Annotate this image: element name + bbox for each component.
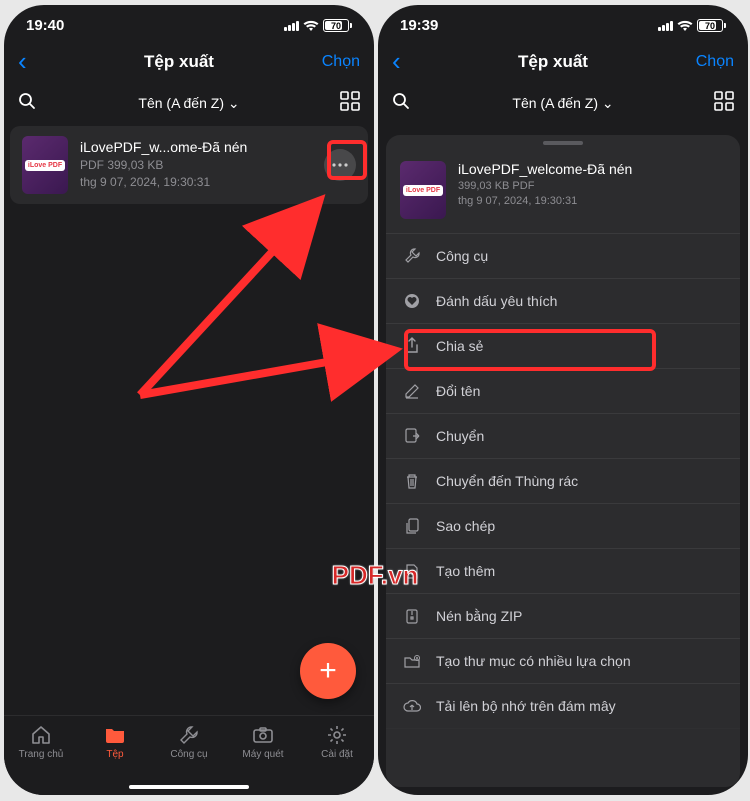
menu-label: Chuyển bbox=[436, 428, 484, 444]
wrench-icon bbox=[402, 246, 422, 266]
menu-trash[interactable]: Chuyển đến Thùng rác bbox=[386, 459, 740, 504]
gear-icon bbox=[327, 724, 347, 746]
battery-icon: 70 bbox=[323, 19, 352, 32]
menu-label: Đánh dấu yêu thích bbox=[436, 293, 557, 309]
battery-icon: 70 bbox=[697, 19, 726, 32]
tab-bar: Trang chủ Tệp Công cụ Máy quét Cài đặt bbox=[4, 715, 374, 795]
search-icon[interactable] bbox=[392, 92, 422, 115]
back-button[interactable]: ‹ bbox=[18, 46, 48, 77]
thumb-badge: iLove PDF bbox=[25, 160, 65, 171]
menu-label: Tạo thêm bbox=[436, 563, 495, 579]
menu-label: Chuyển đến Thùng rác bbox=[436, 473, 578, 489]
menu-label: Đổi tên bbox=[436, 383, 480, 399]
action-sheet: iLove PDF iLovePDF_welcome-Đã nén 399,03… bbox=[386, 135, 740, 787]
sheet-file-date: thg 9 07, 2024, 19:30:31 bbox=[458, 194, 632, 209]
search-icon[interactable] bbox=[18, 92, 48, 115]
view-toggle-icon[interactable] bbox=[330, 91, 360, 116]
trash-icon bbox=[402, 471, 422, 491]
page-title: Tệp xuất bbox=[422, 52, 684, 72]
menu-tools[interactable]: Công cụ bbox=[386, 234, 740, 279]
menu-create-more[interactable]: Tạo thêm bbox=[386, 549, 740, 594]
wifi-icon bbox=[303, 20, 319, 32]
pencil-icon bbox=[402, 381, 422, 401]
menu-zip[interactable]: Nén bằng ZIP bbox=[386, 594, 740, 639]
menu-label: Tạo thư mục có nhiều lựa chọn bbox=[436, 653, 631, 669]
file-date: thg 9 07, 2024, 19:30:31 bbox=[80, 174, 312, 191]
status-time: 19:39 bbox=[400, 17, 438, 34]
sheet-grabber[interactable] bbox=[386, 135, 740, 151]
phone-left: 19:40 70 ‹ Tệp xuất Chọn Tên (A đến Z) ⌄… bbox=[4, 5, 374, 795]
folder-plus-icon bbox=[402, 651, 422, 671]
menu-label: Nén bằng ZIP bbox=[436, 608, 522, 624]
toolbar: Tên (A đến Z) ⌄ bbox=[378, 85, 748, 126]
tab-label: Máy quét bbox=[242, 749, 283, 760]
sort-dropdown[interactable]: Tên (A đến Z) ⌄ bbox=[422, 95, 704, 112]
more-button[interactable] bbox=[324, 149, 356, 181]
phone-right: 19:39 70 ‹ Tệp xuất Chọn Tên (A đến Z) ⌄… bbox=[378, 5, 748, 795]
tab-settings[interactable]: Cài đặt bbox=[307, 724, 367, 760]
page-title: Tệp xuất bbox=[48, 52, 310, 72]
tab-label: Cài đặt bbox=[321, 749, 353, 760]
folder-icon bbox=[104, 724, 126, 746]
zip-icon bbox=[402, 606, 422, 626]
back-button[interactable]: ‹ bbox=[392, 46, 422, 77]
tab-label: Công cụ bbox=[170, 749, 207, 760]
wrench-icon bbox=[179, 724, 199, 746]
menu-share[interactable]: Chia sẻ bbox=[386, 324, 740, 369]
signal-icon bbox=[284, 21, 299, 31]
menu-label: Tải lên bộ nhớ trên đám mây bbox=[436, 698, 616, 714]
tab-label: Tệp bbox=[106, 749, 123, 760]
menu-label: Sao chép bbox=[436, 518, 495, 534]
heart-icon bbox=[402, 291, 422, 311]
menu-favorite[interactable]: Đánh dấu yêu thích bbox=[386, 279, 740, 324]
file-size: PDF 399,03 KB bbox=[80, 157, 312, 174]
status-bar: 19:40 70 bbox=[4, 5, 374, 38]
sheet-file-size: 399,03 KB PDF bbox=[458, 179, 632, 194]
tab-tools[interactable]: Công cụ bbox=[159, 724, 219, 760]
home-indicator[interactable] bbox=[129, 785, 249, 789]
status-icons: 70 bbox=[658, 19, 726, 32]
file-info: iLovePDF_w...ome-Đã nén PDF 399,03 KB th… bbox=[80, 139, 312, 191]
action-menu: Công cụ Đánh dấu yêu thích Chia sẻ Đổi t… bbox=[386, 234, 740, 787]
menu-new-folder[interactable]: Tạo thư mục có nhiều lựa chọn bbox=[386, 639, 740, 684]
tab-scanner[interactable]: Máy quét bbox=[233, 724, 293, 760]
sheet-file-header: iLove PDF iLovePDF_welcome-Đã nén 399,03… bbox=[386, 151, 740, 234]
file-row[interactable]: iLove PDF iLovePDF_w...ome-Đã nén PDF 39… bbox=[10, 126, 368, 204]
status-bar: 19:39 70 bbox=[378, 5, 748, 38]
nav-bar: ‹ Tệp xuất Chọn bbox=[378, 38, 748, 85]
sheet-file-name: iLovePDF_welcome-Đã nén bbox=[458, 161, 632, 177]
file-thumbnail: iLove PDF bbox=[400, 161, 446, 219]
select-button[interactable]: Chọn bbox=[684, 53, 734, 71]
copy-icon bbox=[402, 516, 422, 536]
status-icons: 70 bbox=[284, 19, 352, 32]
status-time: 19:40 bbox=[26, 17, 64, 34]
nav-bar: ‹ Tệp xuất Chọn bbox=[4, 38, 374, 85]
cloud-upload-icon bbox=[402, 696, 422, 716]
wifi-icon bbox=[677, 20, 693, 32]
watermark: PDF.vn bbox=[332, 560, 419, 591]
move-icon bbox=[402, 426, 422, 446]
tab-label: Trang chủ bbox=[19, 749, 64, 760]
file-name: iLovePDF_w...ome-Đã nén bbox=[80, 139, 312, 155]
tab-home[interactable]: Trang chủ bbox=[11, 724, 71, 760]
view-toggle-icon[interactable] bbox=[704, 91, 734, 116]
camera-icon bbox=[252, 724, 274, 746]
menu-label: Công cụ bbox=[436, 248, 488, 264]
add-fab[interactable]: + bbox=[300, 643, 356, 699]
share-icon bbox=[402, 336, 422, 356]
file-thumbnail: iLove PDF bbox=[22, 136, 68, 194]
tab-files[interactable]: Tệp bbox=[85, 724, 145, 760]
menu-rename[interactable]: Đổi tên bbox=[386, 369, 740, 414]
toolbar: Tên (A đến Z) ⌄ bbox=[4, 85, 374, 126]
select-button[interactable]: Chọn bbox=[310, 53, 360, 71]
menu-move[interactable]: Chuyển bbox=[386, 414, 740, 459]
home-icon bbox=[30, 724, 52, 746]
menu-upload-cloud[interactable]: Tải lên bộ nhớ trên đám mây bbox=[386, 684, 740, 729]
sort-dropdown[interactable]: Tên (A đến Z) ⌄ bbox=[48, 95, 330, 112]
menu-label: Chia sẻ bbox=[436, 338, 483, 354]
signal-icon bbox=[658, 21, 673, 31]
menu-copy[interactable]: Sao chép bbox=[386, 504, 740, 549]
thumb-badge: iLove PDF bbox=[403, 185, 443, 196]
